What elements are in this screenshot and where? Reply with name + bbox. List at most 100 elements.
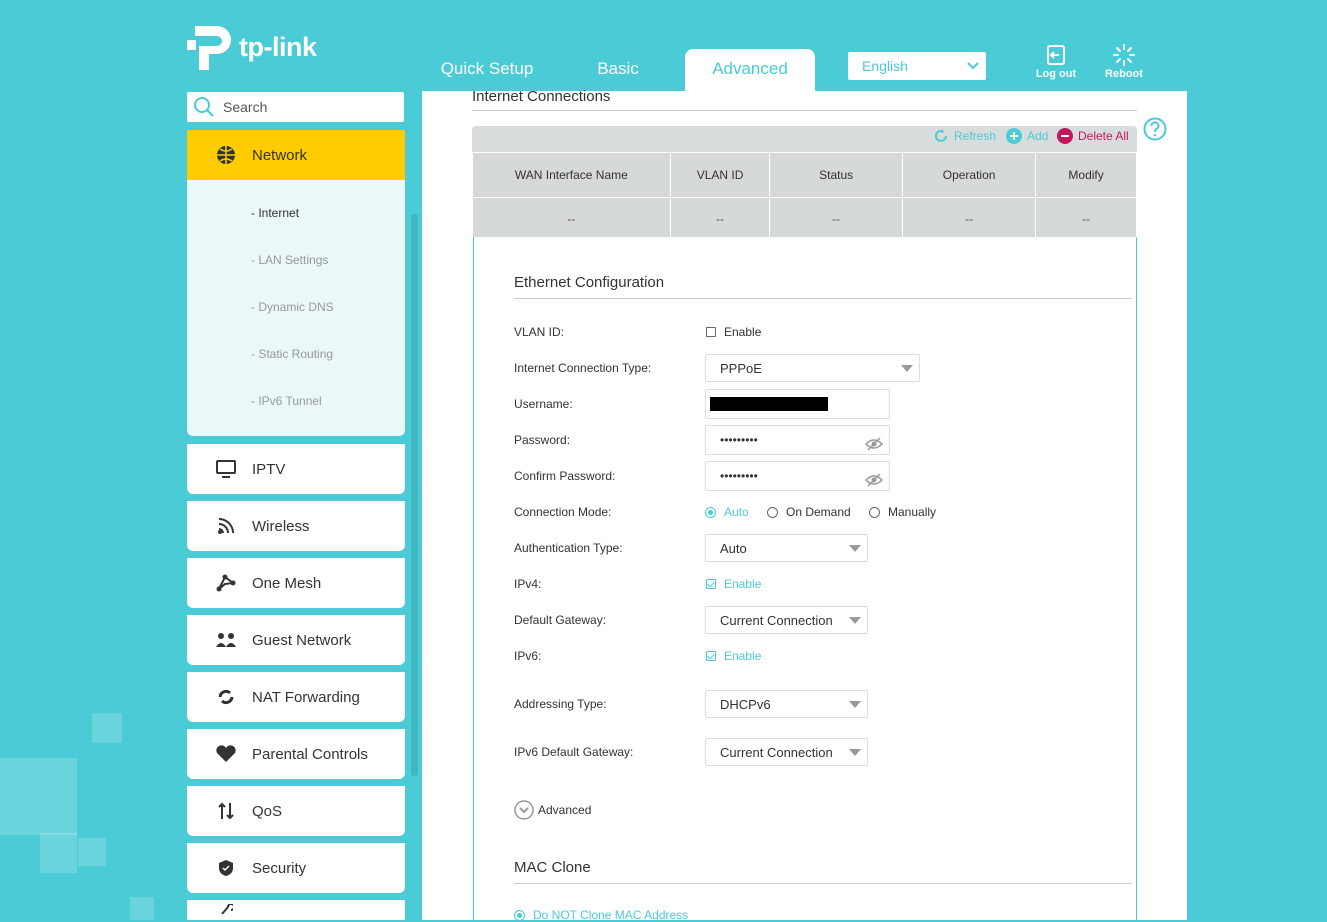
sidebar-item-label: IPTV [252,460,286,478]
add-label: Add [1027,129,1049,143]
guest-icon [215,629,237,651]
sidebar-scrollbar[interactable] [411,214,418,776]
nat-icon [215,686,237,708]
sidebar-item-wireless[interactable]: Wireless [187,501,405,551]
sidebar-item-label: Parental Controls [252,745,368,763]
redacted-value [710,397,828,411]
wifi-icon [215,515,237,537]
dropdown-arrow-icon [849,617,861,624]
confirm-password-field[interactable]: ••••••••• [705,461,890,491]
globe-icon [215,144,237,166]
sidebar-item-parental-controls[interactable]: Parental Controls [187,729,405,779]
help-icon[interactable] [1143,117,1167,146]
radio-label: On Demand [786,505,851,519]
refresh-label: Refresh [954,129,997,143]
ipv6-enable-checkbox[interactable]: Enable [706,649,761,663]
checkbox-label: Enable [724,577,762,591]
sidebar-item-nat-forwarding[interactable]: NAT Forwarding [187,672,405,722]
mode-manually-radio[interactable]: Manually [869,505,936,519]
password-field[interactable]: ••••••••• [705,425,890,455]
mac-clone-title: MAC Clone [514,859,591,876]
ipv6-default-gateway-select[interactable]: Current Connection [705,738,868,766]
addressing-type-select[interactable]: DHCPv6 [705,690,868,718]
password-label: Password: [514,433,571,447]
background-decoration [130,897,154,920]
background-decoration [0,758,77,835]
divider [514,883,1132,884]
sidebar-item-qos[interactable]: QoS [187,786,405,836]
sidebar-item-label: Security [252,859,307,877]
reboot-button[interactable]: Reboot [1094,44,1154,80]
column-header: WAN Interface Name [472,152,671,198]
search-input[interactable]: Search [187,92,404,122]
select-value: Current Connection [720,745,833,760]
addressing-type-label: Addressing Type: [514,697,607,711]
sidebar-item-label: Wireless [252,517,310,535]
mode-auto-radio[interactable]: Auto [705,505,749,519]
ethernet-config-title: Ethernet Configuration [514,274,665,291]
tab-quick-setup[interactable]: Quick Setup [428,49,546,91]
password-value: ••••••••• [720,433,758,447]
sidebar-item-one-mesh[interactable]: One Mesh [187,558,405,608]
checkbox-box [706,651,716,661]
internet-connections-title: Internet Connections [472,88,611,105]
table-row[interactable]: -- -- -- -- -- [472,197,1137,241]
sidebar-subitem-dynamic-dns[interactable]: - Dynamic DNS [251,284,405,331]
tab-basic[interactable]: Basic [560,49,676,91]
column-header: Status [769,152,903,198]
ipv4-label: IPv4: [514,577,542,591]
sidebar-subitem-lan-settings[interactable]: - LAN Settings [251,237,405,284]
radio-dot [514,909,525,921]
connection-type-select[interactable]: PPPoE [705,354,920,382]
divider [514,298,1132,299]
logout-icon [1047,45,1065,65]
qos-arrows-icon [215,800,237,822]
tab-advanced[interactable]: Advanced [685,49,815,91]
radio-label: Auto [724,505,749,519]
dropdown-arrow-icon [849,749,861,756]
sidebar-subitem-internet[interactable]: - Internet [251,190,405,237]
checkbox-box [706,327,716,337]
mesh-icon [215,572,237,594]
minus-icon [1057,128,1073,144]
add-icon [1006,128,1022,144]
logout-button[interactable]: Log out [1026,44,1086,80]
sidebar-item-partial[interactable] [187,900,405,920]
reboot-label: Reboot [1105,68,1143,80]
background-decoration [40,833,77,873]
sidebar-item-security[interactable]: Security [187,843,405,893]
radio-label: Manually [888,505,937,519]
logo-text: tp-link [239,31,317,62]
authentication-type-select[interactable]: Auto [705,534,868,562]
language-select[interactable]: English [848,52,986,80]
tools-icon [215,898,237,920]
refresh-icon [935,129,947,142]
sidebar-item-guest-network[interactable]: Guest Network [187,615,405,665]
sidebar-item-label: QoS [252,802,283,820]
background-decoration [92,713,122,743]
checkbox-label: Enable [724,325,762,339]
advanced-toggle[interactable]: Advanced [514,800,591,820]
delete-all-label: Delete All [1078,129,1129,143]
advanced-label: Advanced [538,803,592,817]
eye-hidden-icon[interactable] [864,469,884,497]
add-button[interactable]: Add [1006,128,1048,144]
chevron-down-icon [966,52,980,89]
radio-dot [767,506,778,518]
default-gateway-select[interactable]: Current Connection [705,606,868,634]
radio-dot [705,506,716,518]
ipv4-enable-checkbox[interactable]: Enable [706,577,761,591]
search-icon [194,97,214,117]
sidebar-subitem-ipv6-tunnel[interactable]: - IPv6 Tunnel [251,378,405,425]
sidebar-item-iptv[interactable]: IPTV [187,444,405,494]
username-field[interactable] [705,389,890,419]
vlan-enable-checkbox[interactable]: Enable [706,325,761,339]
dropdown-arrow-icon [849,701,861,708]
delete-all-button[interactable]: Delete All [1057,128,1129,144]
refresh-button[interactable]: Refresh [933,128,996,144]
mode-on-demand-radio[interactable]: On Demand [767,505,851,519]
sidebar-subitem-static-routing[interactable]: - Static Routing [251,331,405,378]
eye-hidden-icon[interactable] [864,433,884,461]
ipv6-label: IPv6: [514,649,542,663]
sidebar-item-network[interactable]: Network [187,130,405,180]
